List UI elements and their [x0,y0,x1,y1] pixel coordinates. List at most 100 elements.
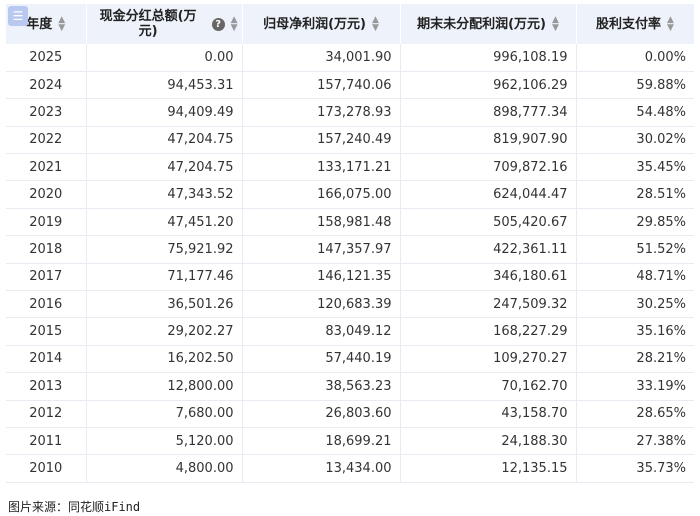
value-cell: 71,177.46 [86,263,243,292]
year-cell: 2020 [6,180,87,209]
column-header-1[interactable]: 现金分红总额(万元)? ▲ ▼ [86,4,243,44]
value-cell: 898,777.34 [400,98,577,127]
dividend-table-container: 年度 ▲ ▼ 现金分红总额(万元)? ▲ ▼ 归母净利润(万元) ▲ ▼ 期末未分配利润(万元) ▲… [6,4,695,483]
table-row: 2022 47,204.75 157,240.49 819,907.90 30.02% [6,126,694,155]
column-header-4[interactable]: 股利支付率 ▲ ▼ [576,4,695,44]
value-cell: 147,357.97 [242,235,401,264]
value-cell: 7,680.00 [86,400,243,428]
value-cell: 247,509.32 [400,290,577,319]
column-header-label: 股利支付率 [596,16,662,32]
value-cell: 109,270.27 [400,345,577,374]
value-cell: 173,278.93 [242,98,401,127]
table-row: 2018 75,921.92 147,357.97 422,361.11 51.52% [6,235,694,264]
table-row: 2011 5,120.00 18,699.21 24,188.30 27.38% [6,427,694,456]
value-cell: 75,921.92 [86,235,243,264]
value-cell: 5,120.00 [86,427,243,456]
value-cell: 168,227.29 [400,317,577,346]
value-cell: 35.16% [576,317,694,346]
table-row: 2024 94,453.31 157,740.06 962,106.29 59.88% [6,71,694,100]
table-row: 2020 47,343.52 166,075.00 624,044.47 28.51% [6,180,694,209]
sort-icon[interactable]: ▲ ▼ [58,16,65,33]
column-header-3[interactable]: 期末未分配利润(万元) ▲ ▼ [400,4,577,44]
value-cell: 28.65% [576,400,694,428]
year-cell: 2015 [6,317,87,346]
sort-icon[interactable]: ▲ ▼ [667,16,674,33]
table-row: 2019 47,451.20 158,981.48 505,420.67 29.85% [6,208,694,237]
table-row: 2010 4,800.00 13,434.00 12,135.15 35.73% [6,454,694,483]
value-cell: 27.38% [576,427,694,456]
column-header-content: 现金分红总额(万元)? ▲ ▼ [91,9,238,39]
value-cell: 43,158.70 [400,400,577,428]
table-row: 2013 12,800.00 38,563.23 70,162.70 33.19% [6,372,694,401]
table-row: 2021 47,204.75 133,171.21 709,872.16 35.45% [6,153,694,182]
value-cell: 29.85% [576,208,694,237]
value-cell: 59.88% [576,71,694,100]
value-cell: 146,121.35 [242,263,401,292]
sort-icon[interactable]: ▲ ▼ [231,16,238,33]
value-cell: 505,420.67 [400,208,577,237]
value-cell: 13,434.00 [242,454,401,483]
value-cell: 624,044.47 [400,180,577,209]
value-cell: 94,453.31 [86,71,243,100]
value-cell: 29,202.27 [86,317,243,346]
year-cell: 2018 [6,235,87,264]
value-cell: 47,204.75 [86,153,243,182]
table-row: 2023 94,409.49 173,278.93 898,777.34 54.48% [6,98,694,127]
value-cell: 18,699.21 [242,427,401,456]
value-cell: 54.48% [576,98,694,127]
menu-icon[interactable]: ☰ [8,6,28,26]
column-header-content: 期末未分配利润(万元) ▲ ▼ [405,16,572,33]
year-cell: 2022 [6,126,87,155]
value-cell: 70,162.70 [400,372,577,401]
value-cell: 962,106.29 [400,71,577,100]
sort-icon[interactable]: ▲ ▼ [552,16,559,33]
value-cell: 47,451.20 [86,208,243,237]
value-cell: 35.45% [576,153,694,182]
value-cell: 819,907.90 [400,126,577,155]
value-cell: 33.19% [576,372,694,401]
header-row: 年度 ▲ ▼ 现金分红总额(万元)? ▲ ▼ 归母净利润(万元) ▲ ▼ 期末未分配利润(万元) ▲… [6,4,695,44]
table-row: 2012 7,680.00 26,803.60 43,158.70 28.65% [6,400,694,428]
value-cell: 36,501.26 [86,290,243,319]
year-cell: 2014 [6,345,87,374]
value-cell: 26,803.60 [242,400,401,428]
value-cell: 12,800.00 [86,372,243,401]
year-cell: 2016 [6,290,87,319]
column-header-2[interactable]: 归母净利润(万元) ▲ ▼ [242,4,401,44]
column-header-label: 年度 [26,16,53,32]
dividend-table: 年度 ▲ ▼ 现金分红总额(万元)? ▲ ▼ 归母净利润(万元) ▲ ▼ 期末未分配利润(万元) ▲… [6,4,695,483]
help-icon[interactable]: ? [211,17,225,31]
column-header-content: 归母净利润(万元) ▲ ▼ [247,16,396,33]
value-cell: 28.21% [576,345,694,374]
value-cell: 0.00 [86,44,243,72]
value-cell: 34,001.90 [242,44,401,72]
value-cell: 0.00% [576,44,694,72]
value-cell: 57,440.19 [242,345,401,374]
year-cell: 2011 [6,427,87,456]
value-cell: 157,240.49 [242,126,401,155]
value-cell: 158,981.48 [242,208,401,237]
value-cell: 709,872.16 [400,153,577,182]
year-cell: 2017 [6,263,87,292]
column-header-content: 股利支付率 ▲ ▼ [581,16,690,33]
value-cell: 35.73% [576,454,694,483]
table-row: 2014 16,202.50 57,440.19 109,270.27 28.21% [6,345,694,374]
year-cell: 2024 [6,71,87,100]
value-cell: 996,108.19 [400,44,577,72]
sort-icon[interactable]: ▲ ▼ [372,16,379,33]
table-row: 2017 71,177.46 146,121.35 346,180.61 48.71% [6,263,694,292]
value-cell: 120,683.39 [242,290,401,319]
value-cell: 28.51% [576,180,694,209]
year-cell: 2023 [6,98,87,127]
value-cell: 48.71% [576,263,694,292]
value-cell: 422,361.11 [400,235,577,264]
table-header: 年度 ▲ ▼ 现金分红总额(万元)? ▲ ▼ 归母净利润(万元) ▲ ▼ 期末未分配利润(万元) ▲… [6,4,695,44]
value-cell: 24,188.30 [400,427,577,456]
value-cell: 4,800.00 [86,454,243,483]
value-cell: 166,075.00 [242,180,401,209]
year-cell: 2019 [6,208,87,237]
year-cell: 2013 [6,372,87,401]
value-cell: 133,171.21 [242,153,401,182]
value-cell: 346,180.61 [400,263,577,292]
value-cell: 47,204.75 [86,126,243,155]
